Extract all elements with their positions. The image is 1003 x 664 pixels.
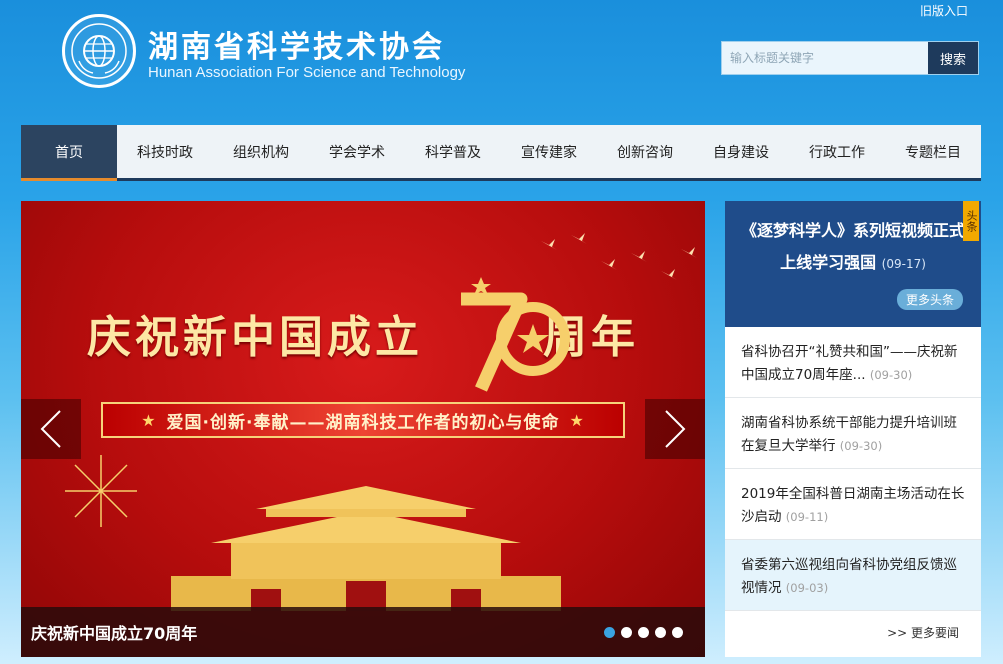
carousel-dot[interactable] [638,626,649,638]
list-item[interactable]: 湖南省科协系统干部能力提升培训班在复旦大学举行 (09-30) [725,398,981,469]
news-title: 省科协召开“礼赞共和国”——庆祝新中国成立70周年座... [741,344,958,383]
carousel-caption[interactable]: 庆祝新中国成立70周年 [31,620,197,644]
star-icon: ★ [141,410,157,430]
fireworks-icon [65,455,137,527]
site-title[interactable]: 湖南省科学技术协会 [148,22,445,66]
carousel-dot[interactable] [621,626,632,638]
carousel-caption-bar: 庆祝新中国成立70周年 [21,607,705,657]
carousel-next-button[interactable] [645,399,705,459]
carousel-dots [604,626,683,638]
news-date: (09-03) [785,581,829,595]
more-headlines-button[interactable]: 更多头条 [896,289,963,310]
list-item[interactable]: 2019年全国科普日湖南主场活动在长沙启动 (09-11) [725,469,981,540]
old-version-link[interactable]: 旧版入口 [920,2,968,19]
carousel-prev-button[interactable] [21,399,81,459]
list-item[interactable]: 省科协召开“礼赞共和国”——庆祝新中国成立70周年座... (09-30) [725,327,981,398]
more-news-link[interactable]: >> 更多要闻 [887,624,959,641]
anniversary-70-icon [461,277,570,392]
main-nav: 首页 科技时政 组织机构 学会学术 科学普及 宣传建家 创新咨询 自身建设 行政… [21,125,981,181]
list-item[interactable]: 省委第六巡视组向省科协党组反馈巡视情况 (09-03) [725,540,981,611]
search-button[interactable]: 搜索 [928,42,978,74]
headline-box: 头条 《逐梦科学人》系列短视频正式上线学习强国 (09-17) 更多头条 [725,201,981,327]
headline-tag: 头条 [963,201,979,241]
nav-item-publicity[interactable]: 宣传建家 [501,125,597,178]
search-box: 搜索 [721,41,979,75]
nav-item-popular-science[interactable]: 科学普及 [405,125,501,178]
carousel-dot[interactable] [672,626,683,638]
site-header: 湖南省科学技术协会 Hunan Association For Science … [0,0,1003,120]
tiananmen-icon [171,486,561,611]
banner-slogan: ★ 爱国·创新·奉献——湖南科技工作者的初心与使命 ★ [101,402,625,438]
search-input[interactable] [722,42,928,74]
star-icon: ★ [569,410,585,430]
nav-item-academic[interactable]: 学会学术 [309,125,405,178]
nav-item-admin[interactable]: 行政工作 [789,125,885,178]
banner-headline: 庆祝新中国成立 周年 [87,312,639,363]
nav-item-special[interactable]: 专题栏目 [885,125,981,178]
banner-carousel[interactable]: 庆祝新中国成立 周年 ★ 爱国·创新·奉献——湖南科技工作者的初心与使命 ★ 庆… [21,201,705,657]
nav-item-self-building[interactable]: 自身建设 [693,125,789,178]
news-list: 省科协召开“礼赞共和国”——庆祝新中国成立70周年座... (09-30) 湖南… [725,327,981,657]
chevron-right-icon [665,410,686,448]
site-subtitle: Hunan Association For Science and Techno… [148,64,466,81]
headline-date: (09-17) [881,257,926,271]
nav-item-organization[interactable]: 组织机构 [213,125,309,178]
carousel-dot[interactable] [655,626,666,638]
news-title: 省委第六巡视组向省科协党组反馈巡视情况 [741,557,957,596]
nav-item-innovation[interactable]: 创新咨询 [597,125,693,178]
cast-logo-icon[interactable] [62,14,136,88]
nav-item-science-politics[interactable]: 科技时政 [117,125,213,178]
news-date: (09-11) [785,510,829,524]
news-date: (09-30) [839,439,883,453]
headline-link[interactable]: 《逐梦科学人》系列短视频正式上线学习强国 (09-17) [739,215,967,280]
nav-item-home[interactable]: 首页 [21,125,117,181]
carousel-dot[interactable] [604,626,615,638]
chevron-left-icon [40,410,61,448]
news-date: (09-30) [869,368,913,382]
news-title: 2019年全国科普日湖南主场活动在长沙启动 [741,486,965,525]
